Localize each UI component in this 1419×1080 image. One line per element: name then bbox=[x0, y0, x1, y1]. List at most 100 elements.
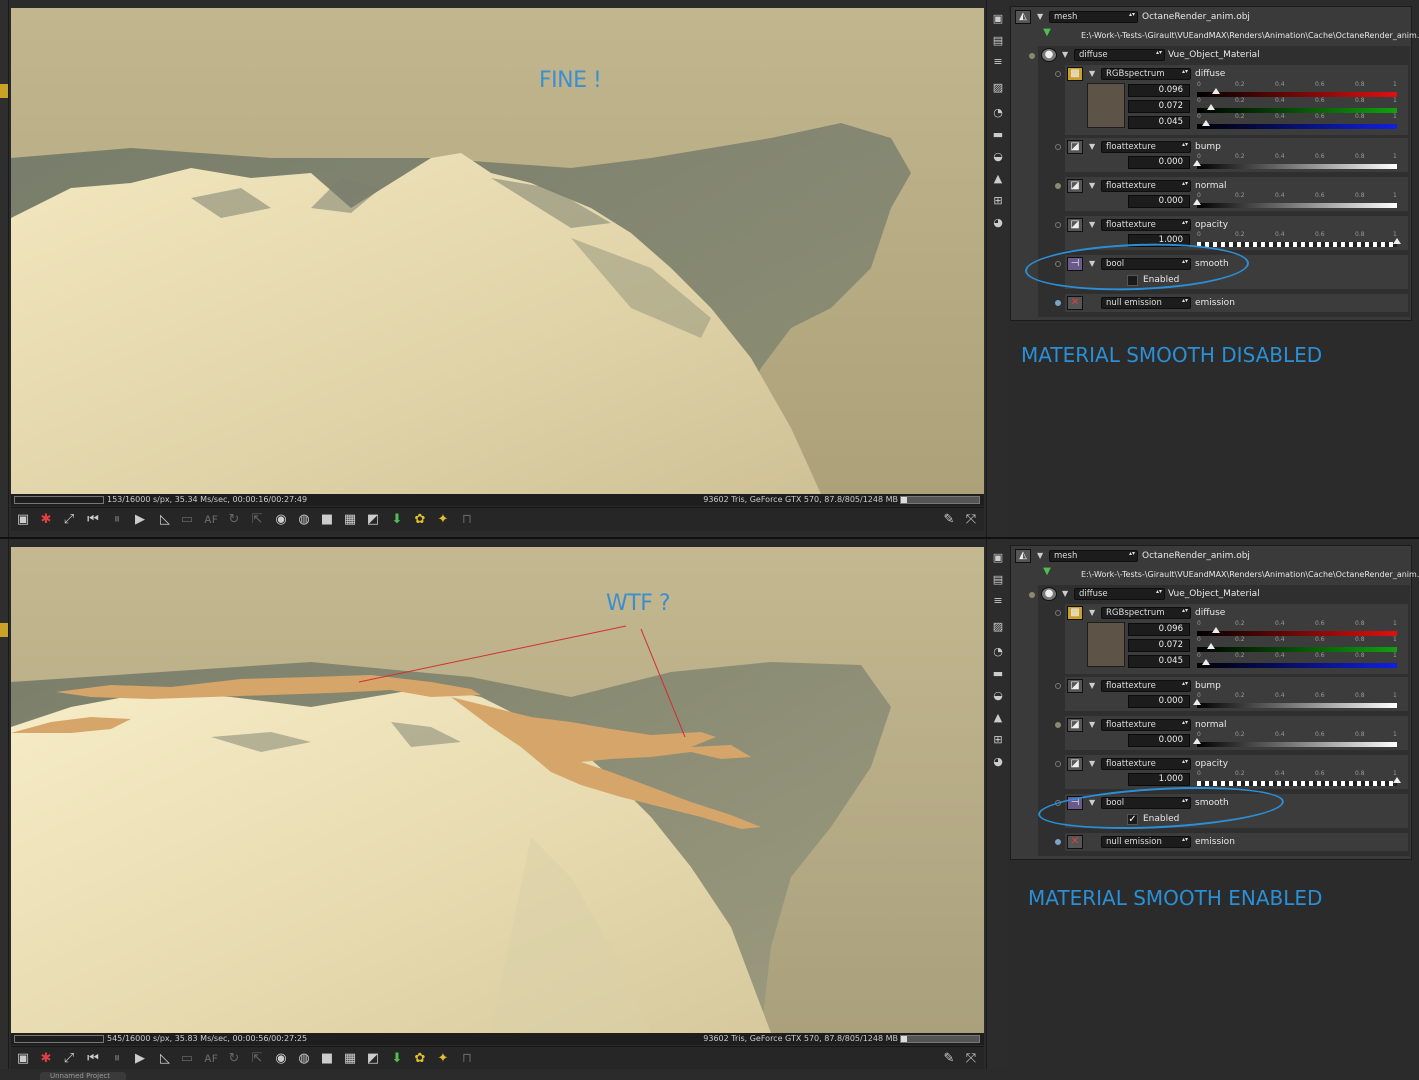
ruler-icon[interactable]: ◺ bbox=[157, 512, 173, 528]
film-icon[interactable]: ▬ bbox=[991, 667, 1005, 681]
ruler-icon[interactable]: ◺ bbox=[157, 1051, 173, 1067]
material-type-dropdown[interactable]: diffuse bbox=[1074, 588, 1165, 600]
fullscreen-icon[interactable]: ⤧ bbox=[963, 1051, 979, 1067]
pin-dot[interactable] bbox=[1055, 300, 1061, 306]
material-icon[interactable]: ◕ bbox=[991, 216, 1005, 230]
export-icon[interactable]: ⬇ bbox=[389, 1051, 405, 1067]
play-icon[interactable]: ▶ bbox=[132, 1051, 148, 1067]
sparkle-icon[interactable]: ✦ bbox=[435, 1051, 451, 1067]
image-icon[interactable]: ▨ bbox=[991, 620, 1005, 634]
pin-dot[interactable] bbox=[1055, 761, 1061, 767]
wrench-icon[interactable]: ✎ bbox=[941, 1051, 957, 1067]
opacity-value[interactable]: 1.000 bbox=[1128, 773, 1190, 786]
checker-icon[interactable]: ▦ bbox=[342, 512, 358, 528]
monitor-icon[interactable]: ▭ bbox=[179, 512, 195, 528]
pattern-icon[interactable]: ⊞ bbox=[991, 194, 1005, 208]
restart-icon[interactable]: ⏮ bbox=[85, 512, 101, 528]
rotate-icon[interactable]: ↻ bbox=[226, 512, 242, 528]
stop-render-icon[interactable]: ✱ bbox=[38, 1051, 54, 1067]
region-icon[interactable]: ◩ bbox=[365, 1051, 381, 1067]
viewport-icon[interactable]: ▣ bbox=[15, 512, 31, 528]
bump-slider[interactable]: 0 0.2 0.4 0.6 0.8 1 bbox=[1193, 153, 1397, 173]
square-icon[interactable]: ■ bbox=[319, 512, 335, 528]
pin-dot[interactable] bbox=[1055, 71, 1061, 77]
mesh-type-dropdown[interactable]: mesh bbox=[1049, 11, 1138, 23]
bump-value[interactable]: 0.000 bbox=[1128, 695, 1190, 708]
camera-icon[interactable]: ◔ bbox=[991, 645, 1005, 659]
sparkle-icon[interactable]: ✦ bbox=[435, 512, 451, 528]
camera-icon[interactable]: ◔ bbox=[991, 106, 1005, 120]
material-type-dropdown[interactable]: diffuse bbox=[1074, 49, 1165, 61]
region-icon[interactable]: ◩ bbox=[365, 512, 381, 528]
image-icon[interactable]: ▨ bbox=[991, 81, 1005, 95]
project-tab[interactable]: Unnamed Project bbox=[40, 1072, 126, 1080]
blue-value[interactable]: 0.045 bbox=[1128, 116, 1190, 129]
collapse-icon[interactable]: ▼ bbox=[1089, 720, 1095, 730]
rotate-icon[interactable]: ↻ bbox=[226, 1051, 242, 1067]
collapse-icon[interactable]: ▼ bbox=[1089, 681, 1095, 691]
normal-type-dropdown[interactable]: floattexture bbox=[1101, 719, 1191, 731]
bump-type-dropdown[interactable]: floattexture bbox=[1101, 680, 1191, 692]
pause-icon[interactable]: ⏸ bbox=[109, 512, 125, 528]
layers-icon[interactable]: ▤ bbox=[991, 573, 1005, 587]
pin-dot[interactable] bbox=[1055, 222, 1061, 228]
export-icon[interactable]: ⬇ bbox=[389, 512, 405, 528]
pin-dot[interactable] bbox=[1055, 722, 1061, 728]
blue-slider[interactable]: 0 0.2 0.4 0.6 0.8 1 bbox=[1197, 113, 1397, 133]
collapse-icon[interactable]: ▼ bbox=[1089, 759, 1095, 769]
normal-value[interactable]: 0.000 bbox=[1128, 734, 1190, 747]
green-value[interactable]: 0.072 bbox=[1128, 100, 1190, 113]
collapse-icon[interactable]: ▼ bbox=[1089, 181, 1095, 191]
pin-dot[interactable] bbox=[1055, 839, 1061, 845]
landscape-icon[interactable]: ▲ bbox=[991, 172, 1005, 186]
opacity-type-dropdown[interactable]: floattexture bbox=[1101, 758, 1191, 770]
wrench-icon[interactable]: ✎ bbox=[941, 512, 957, 528]
pin-dot[interactable] bbox=[1055, 144, 1061, 150]
normal-slider[interactable]: 0 0.2 0.4 0.6 0.8 1 bbox=[1193, 731, 1397, 751]
stop-render-icon[interactable]: ✱ bbox=[38, 512, 54, 528]
viewport-icon[interactable]: ▣ bbox=[15, 1051, 31, 1067]
collapse-icon[interactable]: ▼ bbox=[1089, 608, 1095, 618]
normal-value[interactable]: 0.000 bbox=[1128, 195, 1190, 208]
teapot-icon[interactable]: ◒ bbox=[991, 689, 1005, 703]
render-viewport[interactable]: WTF ? bbox=[11, 547, 984, 1033]
diffuse-type-dropdown[interactable]: RGBspectrum bbox=[1101, 68, 1191, 80]
af-icon[interactable]: ᴀꜰ bbox=[203, 512, 219, 528]
sphere-icon[interactable]: ◉ bbox=[273, 1051, 289, 1067]
blue-value[interactable]: 0.045 bbox=[1128, 655, 1190, 668]
palette-icon[interactable]: ✿ bbox=[412, 512, 428, 528]
globe-icon[interactable]: ◍ bbox=[296, 1051, 312, 1067]
material-icon[interactable]: ◕ bbox=[991, 755, 1005, 769]
graph-icon[interactable]: ▣ bbox=[991, 551, 1005, 565]
fit-icon[interactable]: ⤢ bbox=[61, 1051, 77, 1067]
normal-slider[interactable]: 0 0.2 0.4 0.6 0.8 1 bbox=[1193, 192, 1397, 212]
palette-icon[interactable]: ✿ bbox=[412, 1051, 428, 1067]
collapse-icon[interactable]: ▼ bbox=[1062, 50, 1068, 60]
graph-icon[interactable]: ▣ bbox=[991, 12, 1005, 26]
checker-icon[interactable]: ▦ bbox=[342, 1051, 358, 1067]
pick-icon[interactable]: ⇱ bbox=[249, 1051, 265, 1067]
fullscreen-icon[interactable]: ⤧ bbox=[963, 512, 979, 528]
emission-type-dropdown[interactable]: null emission bbox=[1101, 297, 1191, 309]
collapse-icon[interactable]: ▼ bbox=[1089, 142, 1095, 152]
green-value[interactable]: 0.072 bbox=[1128, 639, 1190, 652]
pin-dot[interactable] bbox=[1055, 610, 1061, 616]
bump-slider[interactable]: 0 0.2 0.4 0.6 0.8 1 bbox=[1193, 692, 1397, 712]
render-viewport[interactable]: FINE ! bbox=[11, 8, 984, 494]
globe-icon[interactable]: ◍ bbox=[296, 512, 312, 528]
opacity-type-dropdown[interactable]: floattexture bbox=[1101, 219, 1191, 231]
diffuse-color-swatch[interactable] bbox=[1087, 622, 1125, 667]
layers-icon[interactable]: ▤ bbox=[991, 34, 1005, 48]
film-icon[interactable]: ▬ bbox=[991, 128, 1005, 142]
monitor-icon[interactable]: ▭ bbox=[179, 1051, 195, 1067]
play-icon[interactable]: ▶ bbox=[132, 512, 148, 528]
sphere-icon[interactable]: ◉ bbox=[273, 512, 289, 528]
pick-icon[interactable]: ⇱ bbox=[249, 512, 265, 528]
file-icon[interactable]: ▼ bbox=[1039, 566, 1055, 580]
bump-value[interactable]: 0.000 bbox=[1128, 156, 1190, 169]
collapse-icon[interactable]: ▼ bbox=[1089, 220, 1095, 230]
normal-type-dropdown[interactable]: floattexture bbox=[1101, 180, 1191, 192]
collapse-icon[interactable]: ▼ bbox=[1037, 551, 1043, 561]
teapot-icon[interactable]: ◒ bbox=[991, 150, 1005, 164]
lock-icon[interactable]: ⊓ bbox=[459, 1051, 475, 1067]
